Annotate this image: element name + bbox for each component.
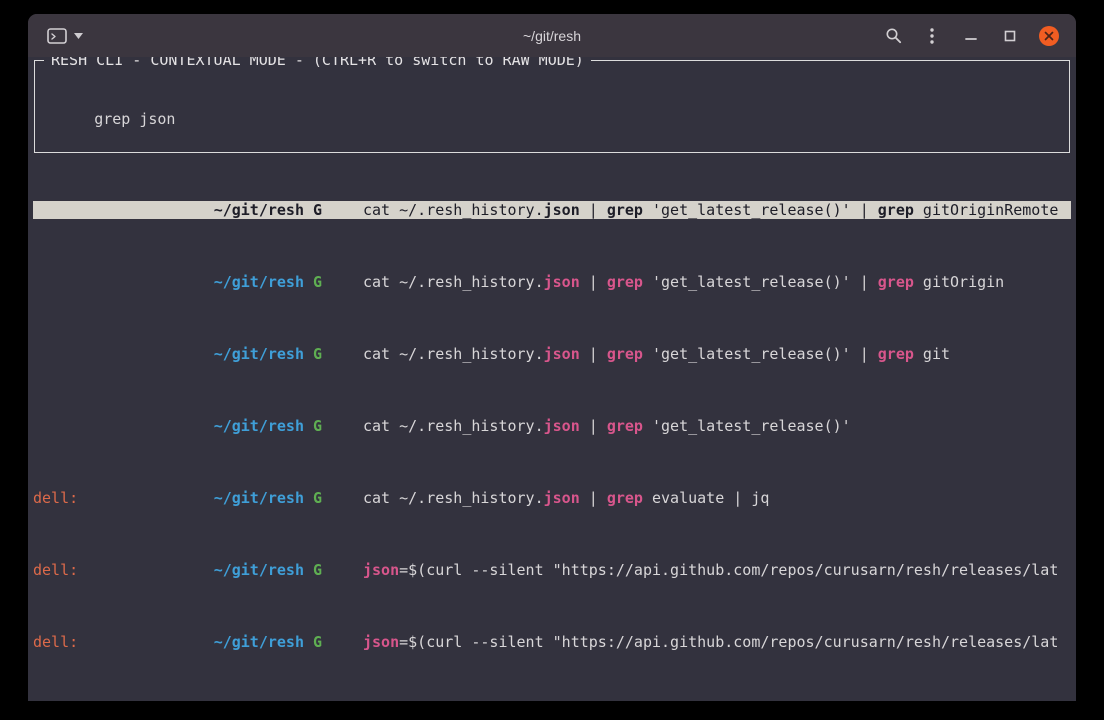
search-button[interactable] <box>880 23 906 49</box>
command-text: json=$(curl --silent "https://api.github… <box>363 633 1071 651</box>
restore-button[interactable] <box>997 23 1023 49</box>
command-text: json=$(curl --silent "https://api.github… <box>363 561 1071 579</box>
minimize-button[interactable] <box>958 23 984 49</box>
host-label: dell: <box>33 489 78 507</box>
terminal-icon <box>47 28 67 44</box>
new-terminal-button[interactable] <box>42 24 88 48</box>
directory-label: ~/git/resh <box>214 345 304 363</box>
directory-label: ~/git/resh <box>214 633 304 651</box>
titlebar: ~/git/resh <box>28 14 1076 57</box>
history-row[interactable]: ~/git/resh G cat ~/.resh_history.json | … <box>33 201 1071 219</box>
restore-icon <box>1004 30 1016 42</box>
minimize-icon <box>965 30 977 42</box>
close-button[interactable] <box>1036 23 1062 49</box>
history-list: ~/git/resh G cat ~/.resh_history.json | … <box>33 165 1071 701</box>
status-flags: G <box>313 417 363 435</box>
status-flags: G <box>313 561 363 579</box>
status-flags: G <box>313 489 363 507</box>
history-row[interactable]: ~/git/resh G cat ~/.resh_history.json | … <box>33 417 1071 435</box>
terminal-content: RESH CLI - CONTEXTUAL MODE - (CTRL+R to … <box>28 57 1076 701</box>
chevron-down-icon <box>74 33 83 39</box>
host-label: dell: <box>33 633 78 651</box>
status-flags: G <box>313 345 363 363</box>
directory-label: ~/git/resh <box>214 273 304 291</box>
kebab-menu-icon <box>930 28 934 44</box>
command-text: cat ~/.resh_history.json | grep 'get_lat… <box>363 201 1071 219</box>
history-row[interactable]: ~/git/resh G cat ~/.resh_history.json | … <box>33 273 1071 291</box>
search-query-input[interactable]: grep json <box>94 110 175 128</box>
history-row[interactable]: dell: ~/git/resh G json=$(curl --silent "… <box>33 561 1071 579</box>
history-row[interactable]: dell: ~/git/resh G json=$(curl --silent "… <box>33 633 1071 651</box>
command-text: cat ~/.resh_history.json | grep 'get_lat… <box>363 273 1071 291</box>
command-text: cat ~/.resh_history.json | grep evaluate… <box>363 489 1071 507</box>
directory-label: ~/git/resh <box>214 201 304 219</box>
close-icon <box>1039 26 1059 46</box>
host-label: dell: <box>33 561 78 579</box>
menu-button[interactable] <box>919 23 945 49</box>
resh-search-box: RESH CLI - CONTEXTUAL MODE - (CTRL+R to … <box>34 60 1070 153</box>
directory-label: ~/git/resh <box>214 489 304 507</box>
history-row[interactable]: dell: ~/git/resh G cat ~/.resh_history.js… <box>33 489 1071 507</box>
command-text: cat ~/.resh_history.json | grep 'get_lat… <box>363 345 1071 363</box>
status-flags: G <box>313 201 363 219</box>
directory-label: ~/git/resh <box>214 417 304 435</box>
history-row[interactable]: ~/git/resh G cat ~/.resh_history.json | … <box>33 345 1071 363</box>
status-flags: G <box>313 273 363 291</box>
directory-label: ~/git/resh <box>214 561 304 579</box>
search-icon <box>885 27 902 44</box>
status-flags: G <box>313 633 363 651</box>
resh-mode-title: RESH CLI - CONTEXTUAL MODE - (CTRL+R to … <box>44 57 591 69</box>
command-text: cat ~/.resh_history.json | grep 'get_lat… <box>363 417 1071 435</box>
terminal-window: ~/git/resh <box>28 14 1076 701</box>
